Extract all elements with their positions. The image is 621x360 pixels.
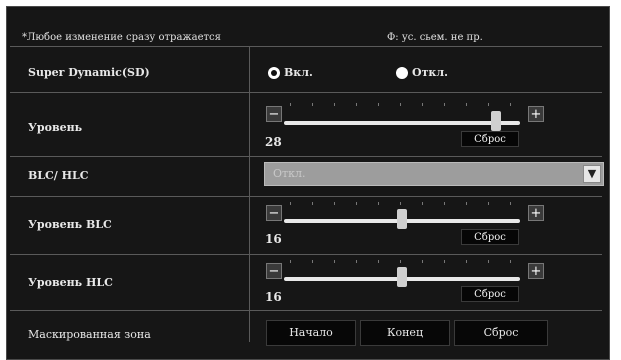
super-dynamic-label: Super Dynamic(SD) xyxy=(28,66,150,79)
row-divider xyxy=(10,196,602,197)
notice-text: *Любое изменение сразу отражается xyxy=(22,32,221,43)
blc-hlc-select[interactable]: Откл. ▼ xyxy=(264,162,604,186)
slider-track xyxy=(284,121,520,125)
plus-icon[interactable]: + xyxy=(528,205,544,221)
radio-selected-icon xyxy=(268,66,280,79)
radio-unselected-icon xyxy=(396,66,408,79)
hlc-level-label: Уровень HLC xyxy=(28,276,113,289)
row-divider xyxy=(10,254,602,255)
column-divider xyxy=(249,46,250,342)
notice-hint-text: Ф: ус. сьем. не пр. xyxy=(387,32,483,43)
blc-hlc-selected-value: Откл. xyxy=(273,167,306,180)
blc-level-label: Уровень BLC xyxy=(28,218,112,231)
minus-icon[interactable]: − xyxy=(266,106,282,122)
slider-ticks xyxy=(290,202,518,205)
row-divider xyxy=(10,92,602,93)
hlc-reset-button[interactable]: Сброс xyxy=(461,286,519,302)
level-reset-button[interactable]: Сброс xyxy=(461,131,519,147)
super-dynamic-on-radio[interactable]: Вкл. xyxy=(268,66,313,79)
level-label: Уровень xyxy=(28,121,83,134)
chevron-down-icon[interactable]: ▼ xyxy=(583,165,601,183)
minus-icon[interactable]: − xyxy=(266,263,282,279)
mask-area-label: Маскированная зона xyxy=(28,328,151,341)
super-dynamic-off-radio[interactable]: Откл. xyxy=(396,66,448,79)
hlc-level-value: 16 xyxy=(265,290,282,304)
notice-hint: Ф: ус. сьем. не пр. xyxy=(387,32,483,43)
row-divider-top xyxy=(10,46,602,47)
mask-end-button[interactable]: Конец xyxy=(360,320,450,346)
blc-reset-button[interactable]: Сброс xyxy=(461,229,519,245)
plus-icon[interactable]: + xyxy=(528,106,544,122)
row-divider xyxy=(10,310,602,311)
slider-ticks xyxy=(290,260,518,263)
blc-hlc-label: BLC/ HLC xyxy=(28,169,89,182)
slider-thumb[interactable] xyxy=(397,209,407,229)
minus-icon[interactable]: − xyxy=(266,205,282,221)
row-divider xyxy=(10,156,602,157)
radio-label-off: Откл. xyxy=(412,66,448,79)
mask-start-button[interactable]: Начало xyxy=(266,320,356,346)
radio-label-on: Вкл. xyxy=(284,66,313,79)
level-value: 28 xyxy=(265,135,282,149)
mask-reset-button[interactable]: Сброс xyxy=(454,320,548,346)
blc-level-value: 16 xyxy=(265,232,282,246)
slider-ticks xyxy=(290,103,518,106)
slider-thumb[interactable] xyxy=(397,267,407,287)
plus-icon[interactable]: + xyxy=(528,263,544,279)
slider-thumb[interactable] xyxy=(491,111,502,131)
